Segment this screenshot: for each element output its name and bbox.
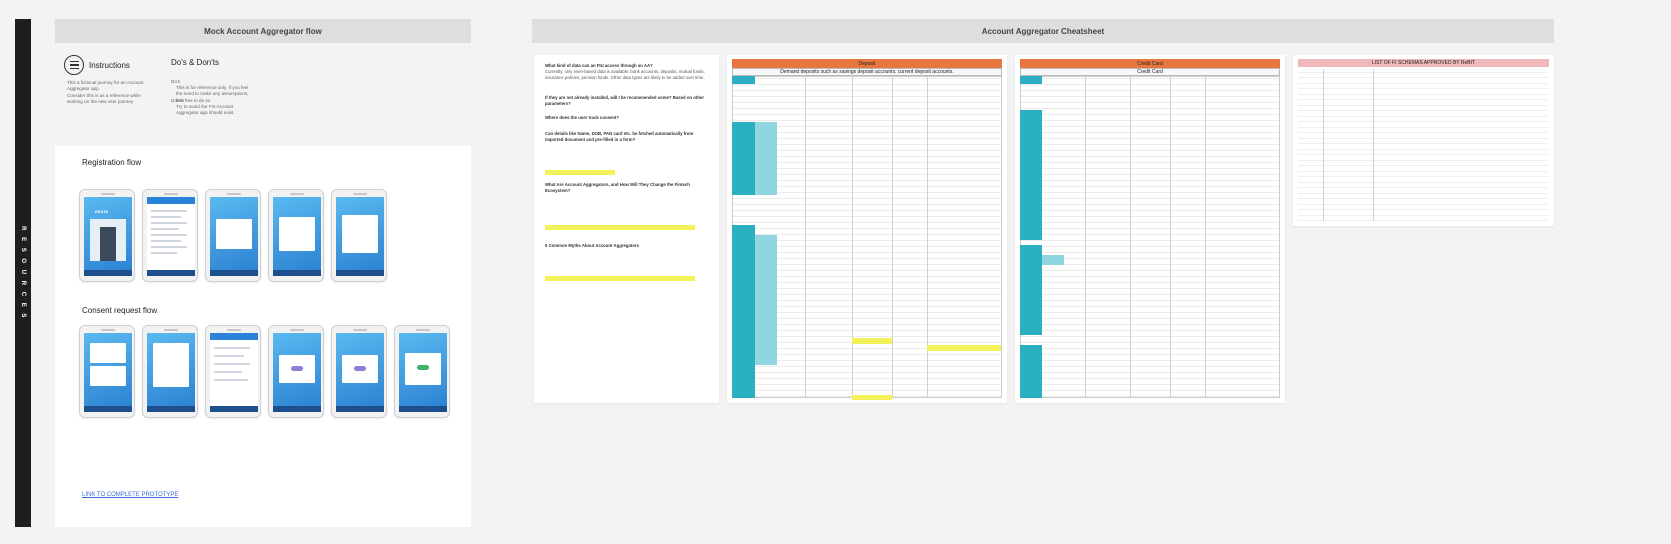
credit-card-title: Credit Card — [1020, 59, 1280, 68]
resources-sidebar: R E S O U R C E S — [15, 19, 31, 527]
registration-screen-2[interactable] — [142, 189, 198, 282]
faq-q3: Where does the user track consent? — [545, 115, 620, 120]
credit-card-document: Credit Card Credit Card — [1015, 55, 1285, 403]
fi-schemas-document: LIST OF FI SCHEMAS APPROVED BY ReBIT — [1293, 55, 1554, 226]
sidebar-label: R E S O U R C E S — [20, 226, 26, 320]
cheatsheet-title: Account Aggregator Cheatsheet — [981, 26, 1105, 36]
faq-q4: Can details like Name, DOB, PAN card etc… — [545, 131, 694, 142]
faq-document: What kind of data can an FIU access thro… — [534, 55, 719, 403]
instructions-bullet-1: This a fictional journey for an Account … — [67, 80, 144, 92]
registration-flow-title: Registration flow — [82, 158, 142, 167]
registration-screen-3[interactable] — [205, 189, 261, 282]
list-icon — [64, 55, 84, 75]
consent-screen-5[interactable] — [331, 325, 387, 418]
mock-flow-title: Mock Account Aggregator flow — [204, 26, 322, 36]
cheatsheet-header: Account Aggregator Cheatsheet — [532, 19, 1554, 43]
donts-text: Try to avoid the Fin-Account Aggregator … — [176, 104, 235, 116]
registration-screen-1[interactable]: EKATA — [79, 189, 135, 282]
mock-flow-header: Mock Account Aggregator flow — [55, 19, 471, 43]
fi-schemas-title: LIST OF FI SCHEMAS APPROVED BY ReBIT — [1298, 59, 1549, 67]
consent-screen-2[interactable] — [142, 325, 198, 418]
faq-q6: 5 Common Myths About Account Aggregators — [545, 243, 640, 248]
brand-logo: EKATA — [95, 209, 109, 214]
consent-screen-1[interactable] — [79, 325, 135, 418]
faq-q5: What Are Account Aggregators, and How Wi… — [545, 182, 690, 193]
deposit-title: Deposit — [732, 59, 1002, 68]
deposit-subtitle: Demand deposits such as savings deposit … — [732, 68, 1002, 76]
user-photo — [100, 227, 116, 261]
instructions-bullet-2: Consider this is as a reference while wo… — [67, 93, 141, 105]
faq-q2: If they are not already installed, will … — [545, 95, 705, 106]
registration-screen-5[interactable] — [331, 189, 387, 282]
consent-screen-6[interactable] — [394, 325, 450, 418]
deposit-document: Deposit Demand deposits such as savings … — [727, 55, 1007, 403]
consent-screen-4[interactable] — [268, 325, 324, 418]
consent-flow-title: Consent request flow — [82, 306, 158, 315]
faq-a1: Currently, only even-based data is avail… — [545, 69, 705, 80]
instructions-title: Instructions — [89, 61, 130, 70]
credit-card-subtitle: Credit Card — [1020, 68, 1280, 76]
dos-donts-title: Do's & Don'ts — [171, 58, 219, 67]
consent-screen-3[interactable] — [205, 325, 261, 418]
registration-screen-4[interactable] — [268, 189, 324, 282]
prototype-link[interactable]: LINK TO COMPLETE PROTOTYPE — [82, 492, 178, 498]
